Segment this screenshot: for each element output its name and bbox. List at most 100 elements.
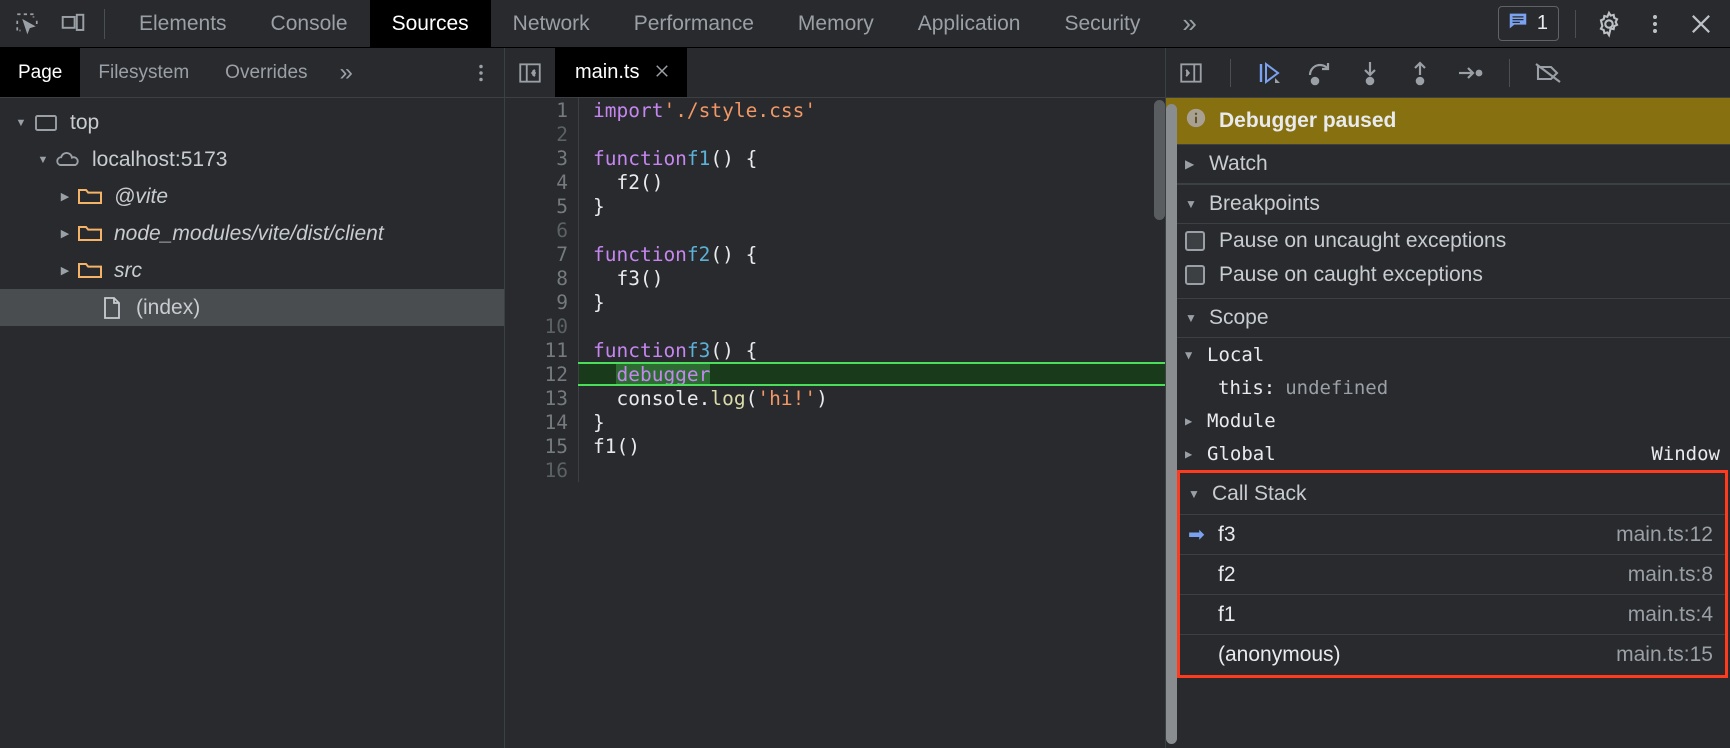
line-content[interactable]: f2() <box>578 170 1165 194</box>
message-count-badge[interactable]: 1 <box>1497 6 1559 41</box>
step-over-icon[interactable] <box>1295 49 1345 97</box>
code-line[interactable]: 16 <box>532 458 1165 482</box>
code-editor[interactable]: 1 import './style.css' 2 3 function f1()… <box>505 98 1165 748</box>
chevron-down-icon[interactable]: ▼ <box>1185 348 1197 362</box>
tab-performance[interactable]: Performance <box>612 0 776 47</box>
line-content[interactable] <box>578 458 1165 482</box>
code-line[interactable]: 13 console. log('hi!') <box>532 386 1165 410</box>
deactivate-breakpoints-icon[interactable] <box>1524 49 1574 97</box>
checkbox[interactable] <box>1185 231 1205 251</box>
close-icon[interactable] <box>653 62 671 84</box>
editor-scrollbar[interactable] <box>1154 100 1165 220</box>
chevron-down-icon[interactable]: ▼ <box>1188 487 1200 501</box>
line-content[interactable] <box>578 314 1165 338</box>
code-line[interactable]: 7 function f2() { <box>532 242 1165 266</box>
navigator-more-tabs-icon[interactable]: » <box>326 48 364 97</box>
section-call-stack[interactable]: ▼ Call Stack <box>1180 473 1725 515</box>
line-content[interactable]: } <box>578 410 1165 434</box>
resume-script-icon[interactable] <box>1245 49 1295 97</box>
chevron-right-icon[interactable]: ▶ <box>54 264 76 277</box>
chevron-down-icon[interactable]: ▼ <box>32 154 54 166</box>
code-line[interactable]: 10 <box>532 314 1165 338</box>
code-line[interactable]: 4 f2() <box>532 170 1165 194</box>
code-lines[interactable]: 1 import './style.css' 2 3 function f1()… <box>532 98 1165 748</box>
chevron-right-icon[interactable]: ▶ <box>1185 157 1197 171</box>
line-content[interactable] <box>578 122 1165 146</box>
step-out-icon[interactable] <box>1395 49 1445 97</box>
section-breakpoints[interactable]: ▼ Breakpoints <box>1166 184 1730 224</box>
code-line[interactable]: 11 function f3() { <box>532 338 1165 362</box>
code-line[interactable]: 9 } <box>532 290 1165 314</box>
call-stack-frame-f1[interactable]: f1 main.ts:4 <box>1180 595 1725 635</box>
line-content[interactable]: import './style.css' <box>578 98 1165 122</box>
line-content[interactable]: } <box>578 194 1165 218</box>
tree-item-index[interactable]: (index) <box>0 289 504 326</box>
tree-item-top[interactable]: ▼ top <box>0 104 504 141</box>
code-line[interactable]: 2 <box>532 122 1165 146</box>
tab-page[interactable]: Page <box>0 48 81 97</box>
tab-sources[interactable]: Sources <box>369 0 491 47</box>
line-content[interactable]: f3() <box>578 266 1165 290</box>
gear-icon[interactable] <box>1586 1 1632 47</box>
tab-overrides[interactable]: Overrides <box>207 48 325 97</box>
close-icon[interactable] <box>1678 1 1724 47</box>
tab-security[interactable]: Security <box>1042 0 1162 47</box>
chevron-right-icon[interactable]: ▶ <box>1185 447 1197 461</box>
tab-filesystem[interactable]: Filesystem <box>80 48 207 97</box>
tab-application[interactable]: Application <box>896 0 1043 47</box>
line-content[interactable]: } <box>578 290 1165 314</box>
line-content[interactable]: function f3() { <box>578 338 1165 362</box>
show-debugger-sidebar-icon[interactable] <box>1166 49 1216 97</box>
tab-network[interactable]: Network <box>491 0 612 47</box>
section-watch[interactable]: ▶ Watch <box>1166 144 1730 184</box>
inspect-element-icon[interactable] <box>4 1 50 47</box>
tree-item-vite[interactable]: ▶ @vite <box>0 178 504 215</box>
code-line[interactable]: 14 } <box>532 410 1165 434</box>
tab-console[interactable]: Console <box>249 0 370 47</box>
code-line[interactable]: 1 import './style.css' <box>532 98 1165 122</box>
line-content[interactable]: console. log('hi!') <box>578 386 1165 410</box>
device-toolbar-icon[interactable] <box>50 1 96 47</box>
line-content[interactable]: debugger <box>578 362 1165 386</box>
chevron-down-icon[interactable]: ▼ <box>1185 197 1197 211</box>
chevron-right-icon[interactable]: ▶ <box>54 190 76 203</box>
debugger-scrollbar[interactable] <box>1166 104 1177 744</box>
chevron-right-icon[interactable]: ▶ <box>1185 414 1197 428</box>
section-scope[interactable]: ▼ Scope <box>1166 298 1730 338</box>
line-content[interactable]: f1() <box>578 434 1165 458</box>
navigator-more-options-icon[interactable] <box>458 48 504 97</box>
pause-on-caught-exceptions-row[interactable]: Pause on caught exceptions <box>1166 258 1730 292</box>
step-into-icon[interactable] <box>1345 49 1395 97</box>
scope-entry-global[interactable]: ▶ Global Window <box>1166 437 1730 470</box>
code-line[interactable]: 5 } <box>532 194 1165 218</box>
code-line[interactable]: 3 function f1() { <box>532 146 1165 170</box>
call-stack-frame-f2[interactable]: f2 main.ts:8 <box>1180 555 1725 595</box>
tab-elements[interactable]: Elements <box>117 0 249 47</box>
chevron-down-icon[interactable]: ▼ <box>1185 311 1197 325</box>
chevron-down-icon[interactable]: ▼ <box>10 117 32 129</box>
more-options-icon[interactable] <box>1632 1 1678 47</box>
call-stack-frame-f3[interactable]: ➡ f3 main.ts:12 <box>1180 515 1725 555</box>
code-line-paused[interactable]: 12 debugger <box>532 362 1165 386</box>
code-line[interactable]: 15 f1() <box>532 434 1165 458</box>
scope-entry-this[interactable]: this: undefined <box>1166 371 1730 404</box>
call-stack-frame-anonymous[interactable]: (anonymous) main.ts:15 <box>1180 635 1725 675</box>
code-line[interactable]: 8 f3() <box>532 266 1165 290</box>
code-line[interactable]: 6 <box>532 218 1165 242</box>
tree-item-src[interactable]: ▶ src <box>0 252 504 289</box>
scope-entry-module[interactable]: ▶ Module <box>1166 404 1730 437</box>
checkbox[interactable] <box>1185 265 1205 285</box>
line-content[interactable] <box>578 218 1165 242</box>
tree-item-node-modules[interactable]: ▶ node_modules/vite/dist/client <box>0 215 504 252</box>
editor-tab-main-ts[interactable]: main.ts <box>555 48 688 97</box>
line-content[interactable]: function f2() { <box>578 242 1165 266</box>
line-content[interactable]: function f1() { <box>578 146 1165 170</box>
step-icon[interactable] <box>1445 49 1495 97</box>
chevron-right-icon[interactable]: ▶ <box>54 227 76 240</box>
pause-on-uncaught-exceptions-row[interactable]: Pause on uncaught exceptions <box>1166 224 1730 258</box>
scope-entry-local[interactable]: ▼ Local <box>1166 338 1730 371</box>
more-tabs-icon[interactable]: » <box>1162 0 1213 47</box>
tab-memory[interactable]: Memory <box>776 0 896 47</box>
show-navigator-icon[interactable] <box>505 48 555 97</box>
tree-item-localhost[interactable]: ▼ localhost:5173 <box>0 141 504 178</box>
